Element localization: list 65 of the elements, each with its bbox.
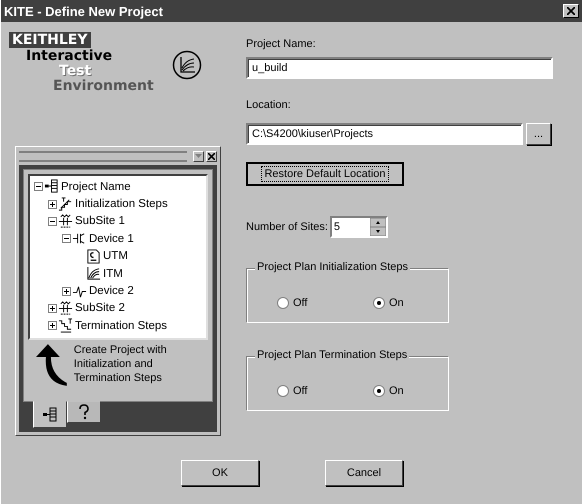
close-icon xyxy=(208,152,215,160)
close-button[interactable] xyxy=(563,4,579,18)
tree-item[interactable]: ITM xyxy=(103,268,123,280)
group-title: Project Plan Initialization Steps xyxy=(255,261,410,273)
location-field[interactable]: C:\S4200\kiuser\Projects xyxy=(246,123,523,145)
radio-option[interactable]: Off xyxy=(277,283,337,322)
group-title: Project Plan Termination Steps xyxy=(255,349,410,361)
expand-icon[interactable] xyxy=(62,286,71,296)
question-icon xyxy=(78,404,90,420)
collapse-icon[interactable] xyxy=(48,216,57,226)
tree-node-icon xyxy=(44,179,59,194)
panel-close-button[interactable] xyxy=(206,150,217,162)
panel-tab[interactable] xyxy=(67,401,101,423)
tree-item[interactable]: SubSite 1 xyxy=(75,215,125,228)
tree-item[interactable]: Initialization Steps xyxy=(75,198,168,210)
radio-icon[interactable] xyxy=(373,296,385,308)
window-title: KITE - Define New Project xyxy=(4,4,163,18)
radio-icon[interactable] xyxy=(277,296,289,308)
dialog-button[interactable]: OK xyxy=(181,460,259,486)
tree-node-icon xyxy=(58,196,73,212)
collapse-icon[interactable] xyxy=(62,234,71,244)
tree-node-icon xyxy=(58,300,73,316)
tree-item[interactable]: Device 2 xyxy=(89,285,134,298)
spin-arrows-icon[interactable] xyxy=(370,218,386,236)
browse-button[interactable]: ... xyxy=(526,123,551,145)
tree-node-icon xyxy=(72,284,87,299)
tree-node-icon xyxy=(86,248,101,264)
tree-item[interactable]: Device 1 xyxy=(89,232,134,245)
radio-icon[interactable] xyxy=(373,384,385,396)
close-icon xyxy=(567,7,575,15)
hint-text: Create Project with Initialization and Termination Steps xyxy=(74,343,168,385)
dialog-button[interactable]: Cancel xyxy=(325,460,403,486)
dropdown-button[interactable] xyxy=(193,150,204,162)
caret-icon xyxy=(195,154,202,158)
tree-node-icon xyxy=(86,266,101,282)
tree-icon xyxy=(42,406,58,422)
tree-node-icon xyxy=(72,231,87,246)
restore-default-button[interactable]: Restore Default Location xyxy=(246,162,404,186)
field-label: Number of Sites: xyxy=(246,221,328,233)
logo-brand: KEITHLEY xyxy=(9,32,91,48)
expand-icon[interactable] xyxy=(48,321,57,330)
project-name-field[interactable]: u_build xyxy=(246,57,553,79)
expand-icon[interactable] xyxy=(48,200,57,209)
expand-icon[interactable] xyxy=(48,304,57,313)
logo-text: Interactive xyxy=(26,48,114,64)
radio-option[interactable]: On xyxy=(373,371,433,410)
tree-item[interactable]: SubSite 2 xyxy=(75,302,125,314)
tree-node-icon xyxy=(58,318,73,334)
chart-logo-icon xyxy=(172,50,202,80)
collapse-icon[interactable] xyxy=(34,182,43,192)
tree-item[interactable]: Project Name xyxy=(61,180,131,193)
panel-tab[interactable] xyxy=(33,401,67,428)
logo-text: Environment xyxy=(53,78,154,94)
radio-icon[interactable] xyxy=(277,384,289,396)
panel-grip[interactable] xyxy=(19,150,187,162)
tree-item[interactable]: Termination Steps xyxy=(75,320,168,332)
field-label: Project Name: xyxy=(246,38,317,50)
tree-node-icon xyxy=(58,214,73,229)
radio-option[interactable]: Off xyxy=(277,371,337,410)
field-label: Location: xyxy=(246,99,292,111)
logo-text: Test xyxy=(59,64,92,78)
sites-spin-field[interactable]: 5 xyxy=(330,216,388,238)
tree-item[interactable]: UTM xyxy=(103,250,128,262)
radio-option[interactable]: On xyxy=(373,283,433,322)
curved-arrow-icon xyxy=(34,343,68,387)
